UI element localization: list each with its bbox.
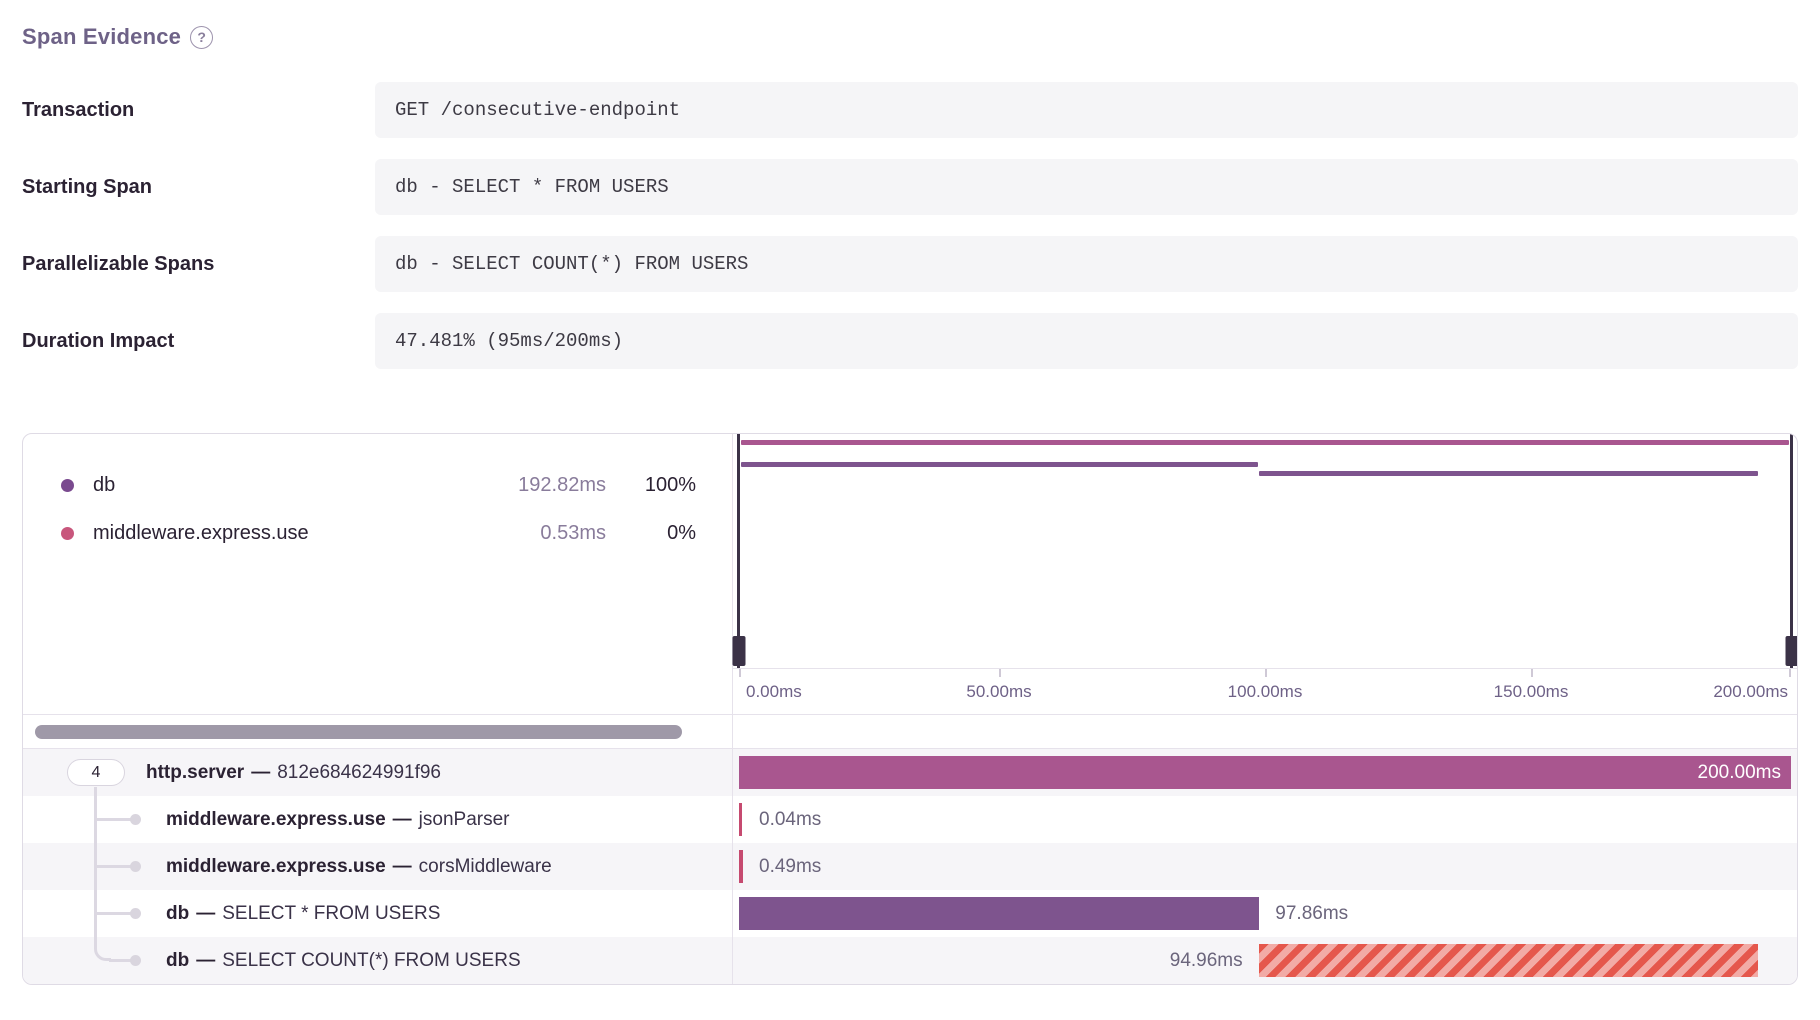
span-row-db-select[interactable]: db — SELECT * FROM USERS 97.86ms [23,890,1797,937]
span-description: SELECT COUNT(*) FROM USERS [222,950,520,972]
evidence-label: Transaction [22,99,375,122]
transaction-value: GET /consecutive-endpoint [375,82,1798,138]
span-dash: — [189,903,222,925]
starting-span-value: db - SELECT * FROM USERS [375,159,1798,215]
minimap-right-drag-handle[interactable] [1790,434,1793,668]
legend-item-middleware: middleware.express.use 0.53ms 0% [23,516,732,550]
axis-tick [1531,669,1533,677]
span-duration-bar[interactable] [739,850,743,883]
scrollbar-track [23,715,733,748]
parallelizable-spans-value: db - SELECT COUNT(*) FROM USERS [375,236,1798,292]
axis-tick [739,669,741,677]
legend-percent: 0% [606,522,696,545]
legend-name: db [93,474,115,497]
span-description: corsMiddleware [419,856,552,878]
evidence-row-duration-impact: Duration Impact 47.481% (95ms/200ms) [22,313,1798,369]
span-duration-label: 97.86ms [1275,890,1348,937]
span-duration-label: 0.04ms [759,796,821,843]
evidence-label: Starting Span [22,176,375,199]
page-header: Span Evidence ? [22,24,1798,50]
evidence-row-transaction: Transaction GET /consecutive-endpoint [22,82,1798,138]
span-name-cell: db — SELECT * FROM USERS [23,890,733,937]
span-dash: — [189,950,222,972]
legend-item-db: db 192.82ms 100% [23,468,732,502]
minimap-section: 0.00ms 50.00ms 100.00ms 150.00ms 200.00m… [733,434,1797,714]
legend-name: middleware.express.use [93,522,309,545]
span-bar-cell: 0.49ms [733,843,1797,890]
span-tree: 4 http.server — 812e684624991f96 200.00m… [23,749,1797,984]
axis-label-50ms: 50.00ms [966,682,1031,702]
evidence-row-parallelizable-spans: Parallelizable Spans db - SELECT COUNT(*… [22,236,1798,292]
span-op: db [166,950,189,972]
span-duration-bar[interactable] [739,897,1259,930]
span-name-cell: middleware.express.use — jsonParser [23,796,733,843]
axis-tick [999,669,1001,677]
span-duration-bar[interactable] [739,803,742,836]
span-minimap[interactable] [733,434,1797,668]
axis-label-150ms: 150.00ms [1494,682,1569,702]
drag-grip-icon[interactable] [1785,636,1798,666]
legend-percent: 100% [606,474,696,497]
scrollbar-band-right [733,715,1797,748]
span-duration-label: 0.49ms [759,843,821,890]
help-icon[interactable]: ? [190,26,213,49]
span-row-jsonparser[interactable]: middleware.express.use — jsonParser 0.04… [23,796,1797,843]
axis-label-0ms: 0.00ms [746,682,802,702]
db-color-dot [61,479,74,492]
evidence-label: Duration Impact [22,330,375,353]
span-name-cell: db — SELECT COUNT(*) FROM USERS [23,937,733,984]
scrollbar-band [23,714,1797,749]
span-waterfall-panel: db 192.82ms 100% middleware.express.use … [22,433,1798,985]
span-op: middleware.express.use [166,856,386,878]
span-description: jsonParser [419,809,510,831]
span-row-http-server[interactable]: 4 http.server — 812e684624991f96 200.00m… [23,749,1797,796]
axis-label-100ms: 100.00ms [1228,682,1303,702]
middleware-color-dot [61,527,74,540]
evidence-label: Parallelizable Spans [22,253,375,276]
span-bar-cell: 200.00ms [733,749,1797,796]
span-name-cell: middleware.express.use — corsMiddleware [23,843,733,890]
span-count-toggle[interactable]: 4 [67,759,125,786]
time-axis: 0.00ms 50.00ms 100.00ms 150.00ms 200.00m… [733,668,1797,714]
span-row-corsmiddleware[interactable]: middleware.express.use — corsMiddleware … [23,843,1797,890]
span-dash: — [244,762,277,784]
span-duration-bar-highlighted[interactable] [1259,944,1758,977]
minimap-bar-db-select [741,462,1258,467]
span-op: http.server [146,762,244,784]
axis-tick [1789,669,1791,677]
drag-grip-icon[interactable] [732,636,745,666]
span-row-db-count[interactable]: db — SELECT COUNT(*) FROM USERS 94.96ms [23,937,1797,984]
span-duration-label: 200.00ms [1698,762,1781,784]
minimap-left-drag-handle[interactable] [737,434,740,668]
span-dash: — [386,809,419,831]
panel-top: db 192.82ms 100% middleware.express.use … [23,434,1797,714]
span-description: SELECT * FROM USERS [222,903,440,925]
span-duration-label: 94.96ms [1170,937,1243,984]
minimap-bar-db-count [1259,471,1758,476]
horizontal-scrollbar[interactable] [35,725,682,739]
axis-tick [1265,669,1267,677]
span-name-cell: 4 http.server — 812e684624991f96 [23,749,733,796]
duration-impact-value: 47.481% (95ms/200ms) [375,313,1798,369]
span-bar-cell: 97.86ms [733,890,1797,937]
span-op: middleware.express.use [166,809,386,831]
span-op: db [166,903,189,925]
evidence-section: Transaction GET /consecutive-endpoint St… [22,82,1798,369]
page-title: Span Evidence [22,24,181,50]
legend-duration: 0.53ms [476,522,606,545]
span-dash: — [386,856,419,878]
axis-label-200ms: 200.00ms [1713,682,1788,702]
span-duration-bar[interactable]: 200.00ms [739,756,1791,789]
span-bar-cell: 0.04ms [733,796,1797,843]
span-description: 812e684624991f96 [277,762,441,784]
minimap-bar-http-server [741,440,1789,445]
legend-duration: 192.82ms [476,474,606,497]
span-bar-cell: 94.96ms [733,937,1797,984]
evidence-row-starting-span: Starting Span db - SELECT * FROM USERS [22,159,1798,215]
legend: db 192.82ms 100% middleware.express.use … [23,434,733,714]
